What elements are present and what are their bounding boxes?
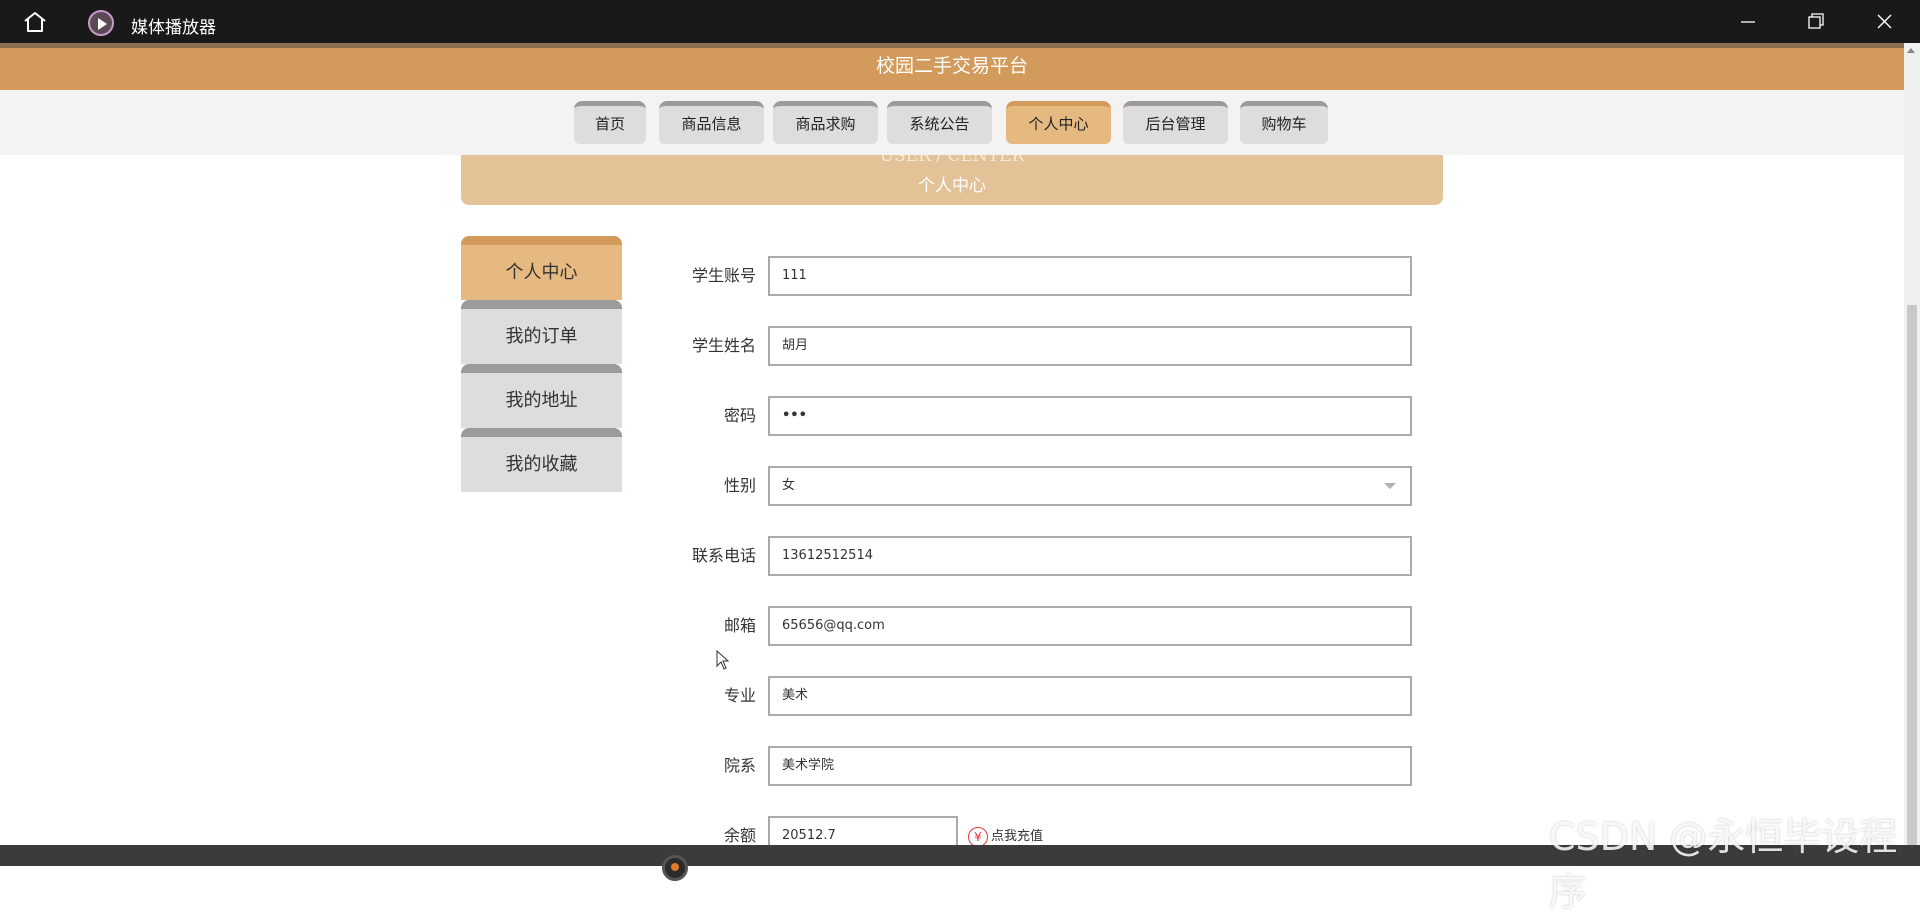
field-label-email: 邮箱 [723,616,756,635]
user-side-menu: 个人中心 我的订单 我的地址 我的收藏 [461,236,622,492]
nav-item-home[interactable]: 首页 [574,101,646,144]
nav-item-products[interactable]: 商品信息 [659,101,764,144]
field-label-department: 院系 [723,756,756,775]
side-item-my-address[interactable]: 我的地址 [461,364,622,428]
gender-select-value: 女 [782,478,796,493]
restore-icon[interactable] [1797,8,1833,36]
mouse-cursor-icon [716,650,730,670]
side-item-my-orders[interactable]: 我的订单 [461,300,622,364]
home-icon[interactable] [22,10,48,34]
field-label-phone: 联系电话 [691,546,756,565]
major-field[interactable]: 美术 [768,676,1412,716]
close-icon[interactable] [1866,8,1902,36]
password-field[interactable]: ••• [768,396,1412,436]
chevron-down-icon [1384,483,1396,489]
banner-title: 个人中心 [918,176,986,196]
nav-item-announcements[interactable]: 系统公告 [887,101,992,144]
minimize-icon[interactable] [1730,8,1766,36]
field-label-major: 专业 [723,686,756,705]
field-label-student-name: 学生姓名 [691,336,756,355]
nav-item-cart[interactable]: 购物车 [1240,101,1328,144]
student-name-field[interactable]: 胡月 [768,326,1412,366]
main-nav: 首页 商品信息 商品求购 系统公告 个人中心 后台管理 购物车 [0,90,1904,155]
recharge-link[interactable]: ¥ 点我充值 [968,825,1043,847]
department-field[interactable]: 美术学院 [768,746,1412,786]
scrollbar-thumb[interactable] [1907,305,1917,845]
scroll-up-arrow-icon[interactable] [1907,48,1915,53]
side-item-user-center[interactable]: 个人中心 [461,236,622,300]
banner-english-title: USER / CENTER [879,154,1025,166]
site-title: 校园二手交易平台 [0,48,1904,90]
field-label-student-account: 学生账号 [691,266,756,285]
recharge-label: 点我充值 [991,829,1044,844]
field-label-password: 密码 [723,406,756,425]
student-account-field[interactable]: 111 [768,256,1412,296]
page-banner: USER / CENTER 个人中心 [461,154,1443,205]
watermark: CSDN @永恒毕设程序 [1549,815,1898,914]
nav-item-wanted[interactable]: 商品求购 [773,101,878,144]
gender-select[interactable]: 女 [768,466,1412,506]
media-player-app-icon [88,10,114,36]
seek-handle[interactable] [662,855,688,881]
side-item-my-favorites[interactable]: 我的收藏 [461,428,622,492]
window-titlebar: 媒体播放器 [0,0,1920,43]
phone-field[interactable]: 13612512514 [768,536,1412,576]
yen-icon: ¥ [968,826,988,847]
nav-item-user-center[interactable]: 个人中心 [1006,101,1111,144]
window-title: 媒体播放器 [131,18,216,38]
nav-item-admin[interactable]: 后台管理 [1123,101,1228,144]
field-label-gender: 性别 [723,476,756,495]
email-field[interactable]: 65656@qq.com [768,606,1412,646]
